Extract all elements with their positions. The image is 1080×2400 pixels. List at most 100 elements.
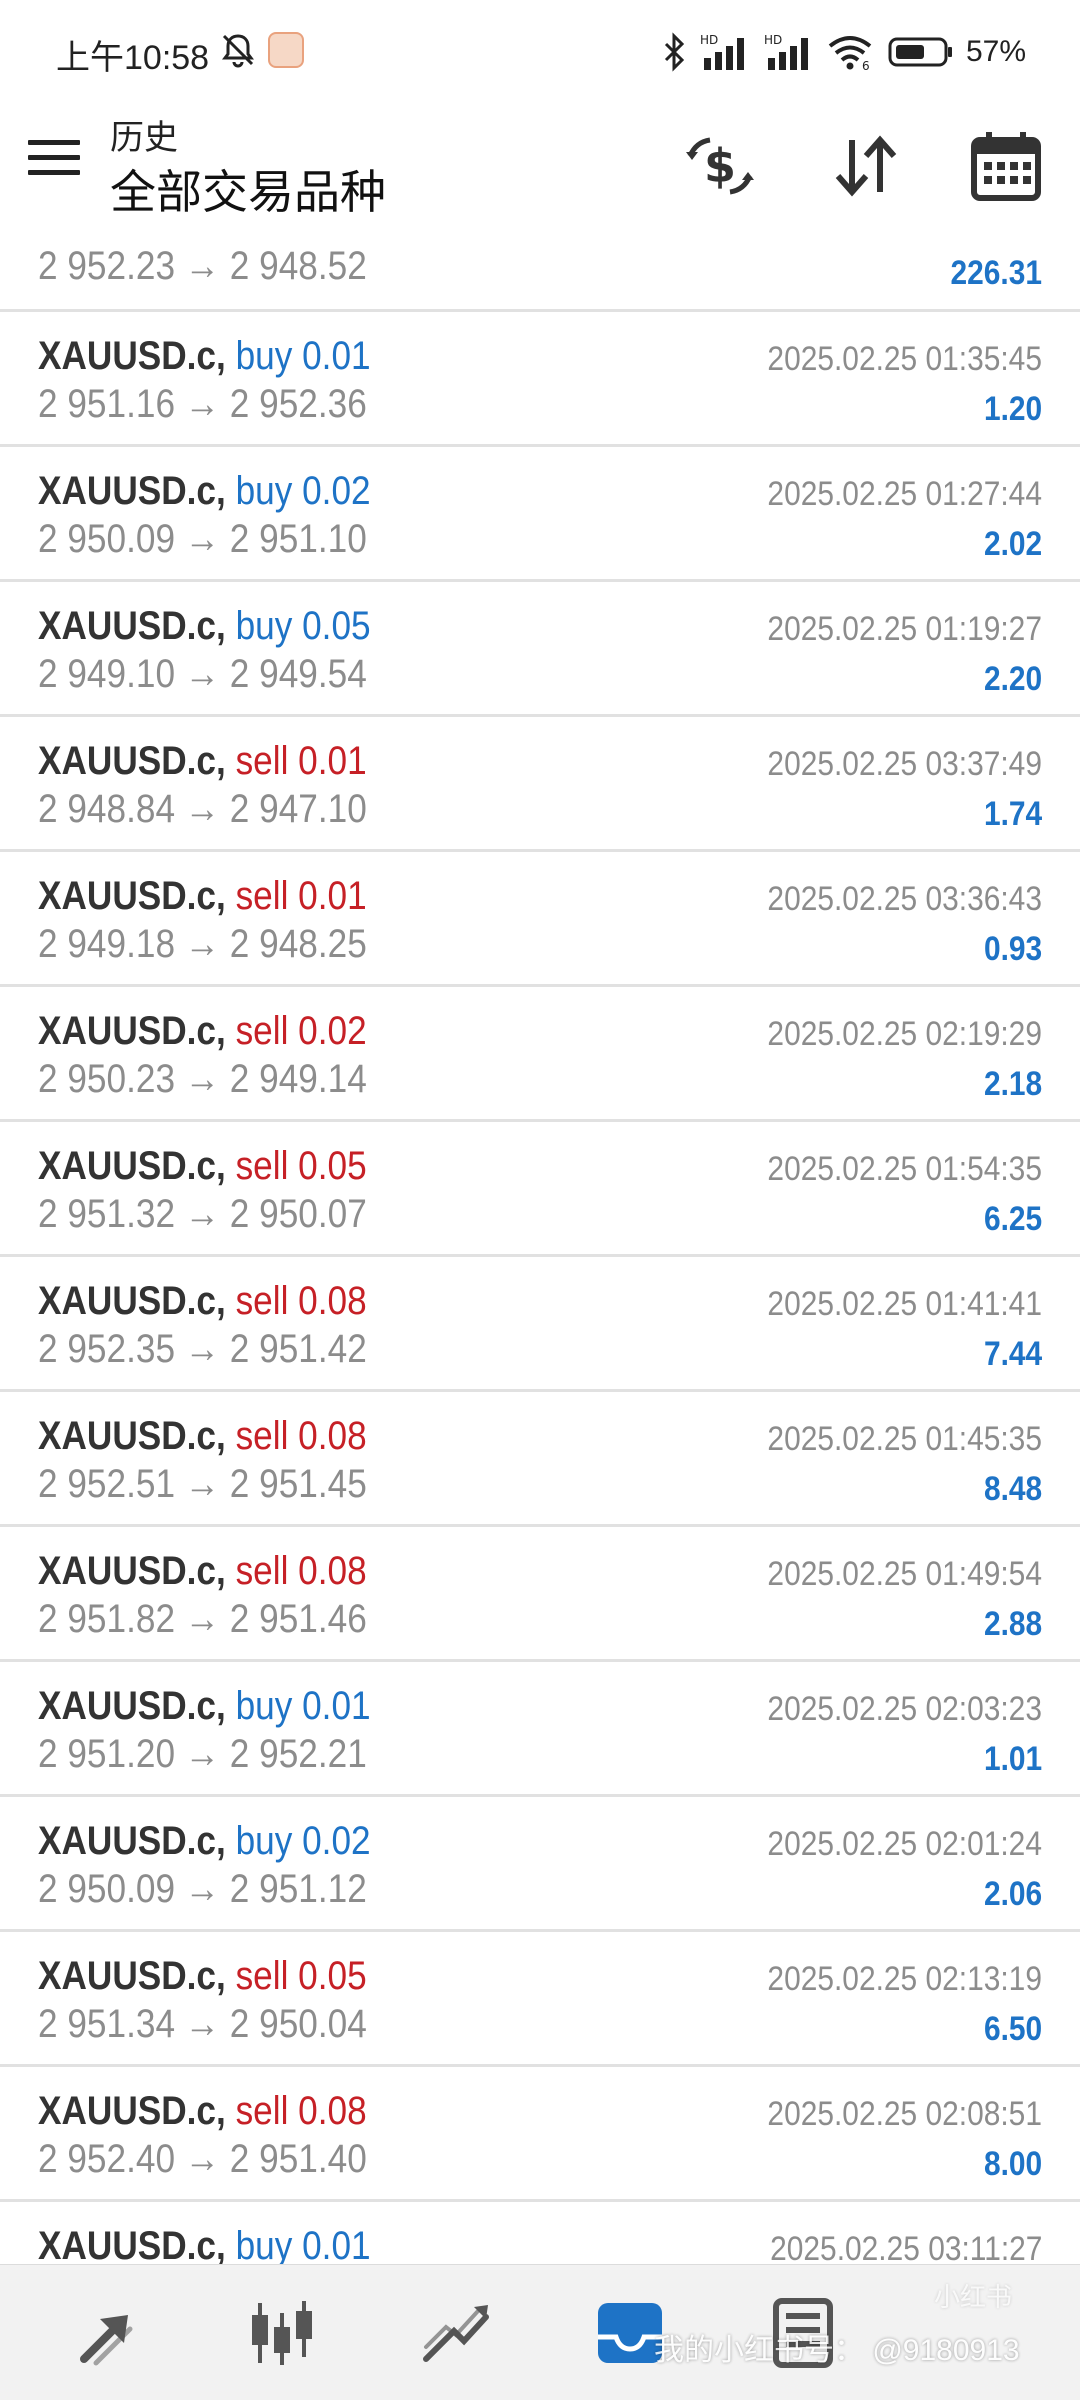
trade-profit: 2.18 [983, 1065, 1042, 1103]
trade-type: buy 0.05 [235, 604, 371, 648]
list-item[interactable]: XAUUSD.c, sell 0.08 2 952.35 → 2 951.42 20… [0, 1257, 1080, 1392]
trade-type: sell 0.08 [235, 2089, 367, 2133]
trade-type: sell 0.05 [235, 1144, 367, 1188]
calendar-icon[interactable] [966, 126, 1046, 206]
trade-profit: 6.50 [983, 2010, 1042, 2048]
currency-exchange-icon[interactable]: $ [680, 126, 760, 206]
trade-prices: 2 952.51 → 2 951.45 [38, 1462, 367, 1506]
page-title[interactable]: 全部交易品种 [110, 156, 386, 222]
trade-profit: 8.00 [983, 2145, 1042, 2183]
signal-hd-2-icon: HD [764, 33, 808, 70]
trade-profit: 226.31 [950, 254, 1042, 292]
trade-type: buy 0.01 [235, 2224, 371, 2264]
trade-symbol: XAUUSD.c, buy 0.01 [38, 334, 371, 378]
trade-prices: 2 952.23 → 2 948.52 [38, 244, 367, 288]
svg-text:6: 6 [862, 59, 870, 72]
status-bar: 上午10:58 HD HD 6 57% [0, 0, 1080, 104]
trade-type: sell 0.05 [235, 1954, 367, 1998]
trade-type: buy 0.02 [235, 469, 371, 513]
trade-time: 2025.02.25 01:45:35 [767, 1420, 1042, 1458]
trade-time: 2025.02.25 02:19:29 [767, 1015, 1042, 1053]
history-list[interactable]: 2 952.23 → 2 948.52 226.31 XAUUSD.c, buy… [0, 234, 1080, 2264]
svg-text:$: $ [704, 139, 736, 193]
trade-type: sell 0.08 [235, 1279, 367, 1323]
list-item[interactable]: XAUUSD.c, buy 0.01 2 951.16 → 2 952.36 202… [0, 312, 1080, 447]
trade-prices: 2 949.18 → 2 948.25 [38, 922, 367, 966]
trade-symbol: XAUUSD.c, sell 0.08 [38, 1549, 367, 1593]
candlestick-chart-icon[interactable] [242, 2293, 322, 2373]
trade-time: 2025.02.25 01:19:27 [767, 610, 1042, 648]
svg-text:HD: HD [764, 33, 782, 47]
trade-prices: 2 948.84 → 2 947.10 [38, 787, 367, 831]
trade-prices: 2 951.82 → 2 951.46 [38, 1597, 367, 1641]
trade-prices: 2 951.34 → 2 950.04 [38, 2002, 367, 2046]
trade-time: 2025.02.25 01:27:44 [767, 475, 1042, 513]
trade-time: 2025.02.25 01:41:41 [767, 1285, 1042, 1323]
trade-trend-icon[interactable] [416, 2293, 496, 2373]
trade-symbol: XAUUSD.c, sell 0.01 [38, 874, 367, 918]
list-item[interactable]: XAUUSD.c, sell 0.01 2 948.84 → 2 947.10 20… [0, 717, 1080, 852]
trade-type: sell 0.08 [235, 1549, 367, 1593]
trade-symbol: XAUUSD.c, sell 0.08 [38, 2089, 367, 2133]
list-item[interactable]: XAUUSD.c, sell 0.05 2 951.34 → 2 950.04 20… [0, 1932, 1080, 2067]
trade-symbol: XAUUSD.c, sell 0.08 [38, 1414, 367, 1458]
trade-symbol: XAUUSD.c, buy 0.01 [38, 1684, 371, 1728]
list-item[interactable]: 2 952.23 → 2 948.52 226.31 [0, 234, 1080, 312]
trade-prices: 2 951.20 → 2 952.21 [38, 1732, 367, 1776]
bluetooth-icon [664, 32, 685, 72]
wifi-icon: 6 [828, 36, 872, 72]
trade-symbol: XAUUSD.c, sell 0.05 [38, 1954, 367, 1998]
list-item[interactable]: XAUUSD.c, buy 0.02 2 950.09 → 2 951.12 202… [0, 1797, 1080, 1932]
battery-percent: 57% [965, 35, 1026, 68]
trade-time: 2025.02.25 02:03:23 [767, 1690, 1042, 1728]
list-item[interactable]: XAUUSD.c, buy 0.02 2 950.09 → 2 951.10 202… [0, 447, 1080, 582]
trade-symbol: XAUUSD.c, buy 0.05 [38, 604, 371, 648]
trade-symbol: XAUUSD.c, buy 0.01 [38, 2224, 371, 2264]
list-item[interactable]: XAUUSD.c, buy 0.01 2 951.20 → 2 952.21 202… [0, 1662, 1080, 1797]
page-subtitle: 历史 [110, 119, 178, 157]
list-item[interactable]: XAUUSD.c, sell 0.08 2 951.82 → 2 951.46 20… [0, 1527, 1080, 1662]
trade-prices: 2 950.09 → 2 951.10 [38, 517, 367, 561]
trade-time: 2025.02.25 01:54:35 [767, 1150, 1042, 1188]
trade-type: buy 0.02 [235, 1819, 371, 1863]
trade-prices: 2 949.10 → 2 949.54 [38, 652, 367, 696]
trade-profit: 1.20 [983, 390, 1042, 428]
watermark-logo: 小红书 [933, 2282, 1012, 2312]
list-item[interactable]: XAUUSD.c, buy 0.01 2025.02.25 03:11:27 [0, 2202, 1080, 2264]
trade-profit: 2.06 [983, 1875, 1042, 1913]
watermark-text: 我的小红书号： @9180913 [654, 2334, 1020, 2367]
trade-symbol: XAUUSD.c, sell 0.02 [38, 1009, 367, 1053]
trade-type: sell 0.02 [235, 1009, 367, 1053]
battery-icon [888, 37, 952, 67]
trade-profit: 2.02 [983, 525, 1042, 563]
trade-time: 2025.02.25 02:13:19 [767, 1960, 1042, 1998]
trade-prices: 2 952.40 → 2 951.40 [38, 2137, 367, 2181]
trade-profit: 2.20 [983, 660, 1042, 698]
status-icons: HD HD 6 57% [662, 28, 1026, 76]
bottom-navigation: 我的小红书号： @9180913 小红书 [0, 2264, 1080, 2400]
trade-symbol: XAUUSD.c, sell 0.08 [38, 1279, 367, 1323]
trade-time: 2025.02.25 01:49:54 [767, 1555, 1042, 1593]
status-time: 上午10:58 [56, 39, 210, 77]
trade-prices: 2 951.16 → 2 952.36 [38, 382, 367, 426]
list-item[interactable]: XAUUSD.c, buy 0.05 2 949.10 → 2 949.54 202… [0, 582, 1080, 717]
mute-bell-icon [222, 34, 254, 68]
list-item[interactable]: XAUUSD.c, sell 0.08 2 952.51 → 2 951.45 20… [0, 1392, 1080, 1527]
quotes-icon[interactable] [70, 2293, 150, 2373]
trade-time: 2025.02.25 02:01:24 [767, 1825, 1042, 1863]
trade-profit: 7.44 [983, 1335, 1042, 1373]
list-item[interactable]: XAUUSD.c, sell 0.08 2 952.40 → 2 951.40 20… [0, 2067, 1080, 2202]
list-item[interactable]: XAUUSD.c, sell 0.01 2 949.18 → 2 948.25 20… [0, 852, 1080, 987]
svg-text:HD: HD [700, 33, 718, 47]
trade-profit: 1.01 [983, 1740, 1042, 1778]
menu-icon[interactable] [28, 140, 80, 192]
trade-prices: 2 950.09 → 2 951.12 [38, 1867, 367, 1911]
avatar-icon [268, 32, 304, 68]
list-item[interactable]: XAUUSD.c, sell 0.02 2 950.23 → 2 949.14 20… [0, 987, 1080, 1122]
trade-symbol: XAUUSD.c, sell 0.05 [38, 1144, 367, 1188]
trade-prices: 2 951.32 → 2 950.07 [38, 1192, 367, 1236]
list-item[interactable]: XAUUSD.c, sell 0.05 2 951.32 → 2 950.07 20… [0, 1122, 1080, 1257]
sort-icon[interactable] [826, 126, 906, 206]
trade-type: buy 0.01 [235, 334, 371, 378]
trade-profit: 1.74 [983, 795, 1042, 833]
